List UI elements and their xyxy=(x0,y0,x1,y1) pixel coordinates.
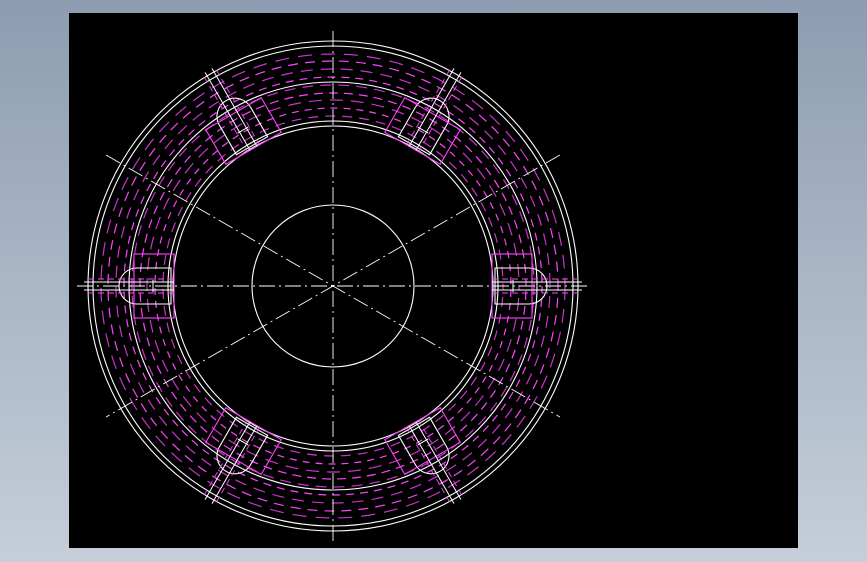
slot-hidden-line xyxy=(202,419,248,499)
pocket-rect xyxy=(384,406,461,476)
flange-drawing xyxy=(77,31,591,543)
slot-hidden-line xyxy=(418,419,464,499)
slot-hidden-line xyxy=(418,73,464,153)
slot-hidden-line xyxy=(202,73,248,153)
cad-drawing-area[interactable] xyxy=(69,13,798,548)
